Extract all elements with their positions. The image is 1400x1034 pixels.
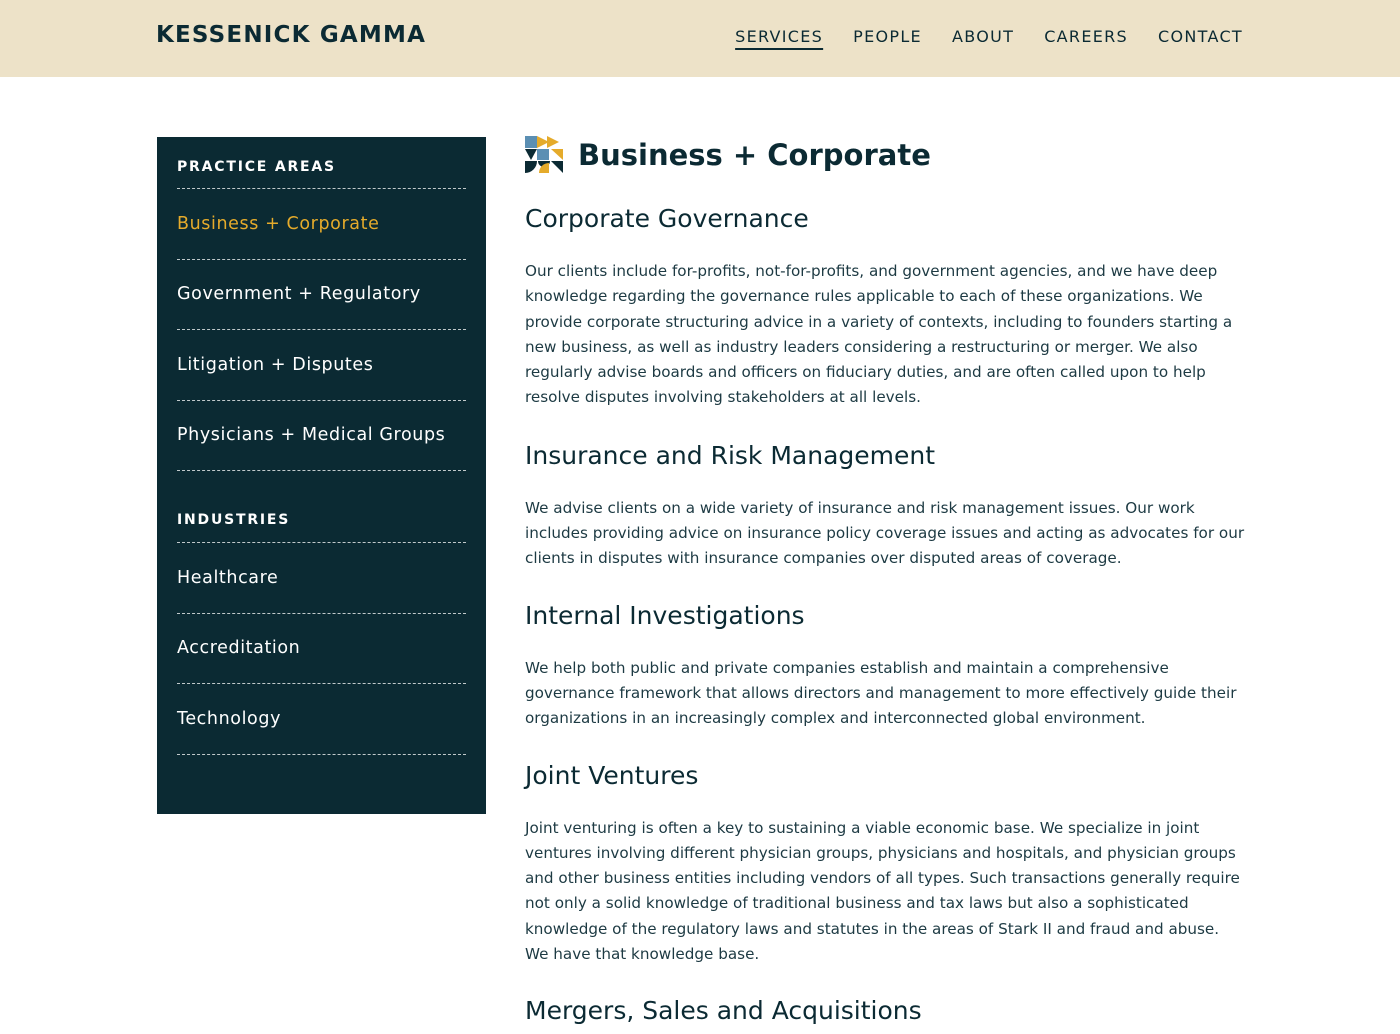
section-heading: Joint Ventures	[525, 760, 699, 790]
section-heading: Insurance and Risk Management	[525, 440, 936, 470]
section-heading: Corporate Governance	[525, 204, 809, 233]
section-mergers-acquisitions: Mergers, Sales and Acquisitions	[525, 994, 1245, 1028]
section-heading: Mergers, Sales and Acquisitions	[525, 996, 922, 1026]
industries-heading: INDUSTRIES	[177, 471, 466, 543]
nav-about[interactable]: ABOUT	[952, 27, 1014, 46]
geometric-brand-icon	[525, 136, 563, 173]
main-content: Business + Corporate Corporate Governanc…	[525, 135, 1245, 1034]
nav-careers[interactable]: CAREERS	[1044, 27, 1128, 46]
services-sidebar: PRACTICE AREAS Business + Corporate Gove…	[157, 137, 486, 814]
sidebar-item-government-regulatory[interactable]: Government + Regulatory	[177, 260, 466, 330]
site-logo[interactable]: KESSENICK GAMMA	[156, 22, 426, 48]
sidebar-item-accreditation[interactable]: Accreditation	[177, 614, 466, 684]
sidebar-item-technology[interactable]: Technology	[177, 684, 466, 755]
section-internal-investigations: Internal Investigations We help both pub…	[525, 599, 1245, 732]
nav-services[interactable]: SERVICES	[735, 27, 823, 46]
section-body: We advise clients on a wide variety of i…	[525, 498, 1245, 568]
section-insurance-risk: Insurance and Risk Management We advise …	[525, 439, 1245, 572]
main-nav: SERVICES PEOPLE ABOUT CAREERS CONTACT	[735, 27, 1243, 46]
site-header: KESSENICK GAMMA SERVICES PEOPLE ABOUT CA…	[0, 0, 1400, 77]
section-joint-ventures: Joint Ventures Joint venturing is often …	[525, 759, 1245, 968]
sidebar-item-litigation-disputes[interactable]: Litigation + Disputes	[177, 330, 466, 401]
sidebar-item-physicians-medical-groups[interactable]: Physicians + Medical Groups	[177, 401, 466, 471]
section-body: Our clients include for-profits, not-for…	[525, 262, 1233, 407]
nav-contact[interactable]: CONTACT	[1158, 27, 1243, 46]
section-body: We help both public and private companie…	[525, 658, 1237, 728]
page-title-row: Business + Corporate	[525, 135, 1245, 175]
section-corporate-governance: Corporate Governance Our clients include…	[525, 202, 1245, 411]
page-title: Business + Corporate	[578, 138, 931, 172]
section-body: Joint venturing is often a key to sustai…	[525, 818, 1240, 964]
practice-areas-heading: PRACTICE AREAS	[177, 137, 466, 189]
section-heading: Internal Investigations	[525, 600, 805, 630]
sidebar-item-business-corporate[interactable]: Business + Corporate	[177, 189, 466, 260]
nav-people[interactable]: PEOPLE	[853, 27, 922, 46]
sidebar-item-healthcare[interactable]: Healthcare	[177, 543, 466, 614]
